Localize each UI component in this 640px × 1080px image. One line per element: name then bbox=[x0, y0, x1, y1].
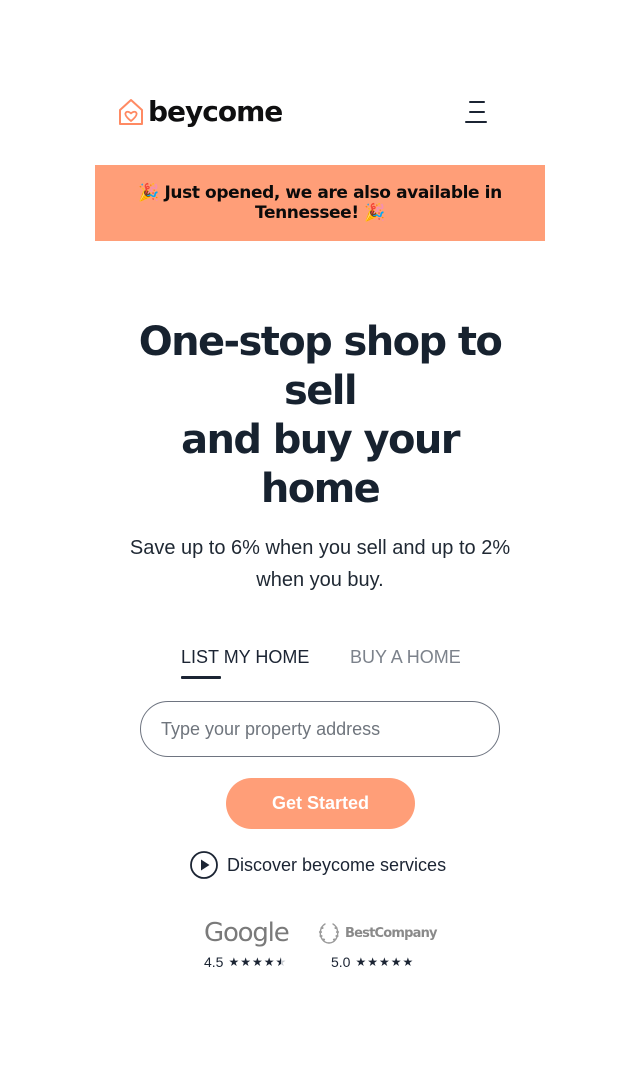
brand-name: beycome bbox=[148, 95, 283, 128]
star-rating-icon: ★★★★★ bbox=[355, 955, 415, 969]
tab-buy-a-home[interactable]: BUY A HOME bbox=[350, 644, 461, 670]
house-heart-icon bbox=[119, 99, 143, 125]
bestcompany-rating: BestCompany 5.0 ★★★★★ bbox=[316, 916, 446, 976]
site-header: beycome bbox=[0, 0, 640, 160]
hero-title-line1: One-stop shop to sell bbox=[138, 319, 503, 414]
active-tab-indicator bbox=[181, 676, 221, 679]
google-score: 4.5 bbox=[204, 954, 224, 970]
address-input[interactable] bbox=[140, 701, 500, 757]
laurel-icon bbox=[318, 923, 340, 944]
discover-label: Discover beycome services bbox=[227, 854, 447, 875]
hamburger-menu-icon[interactable] bbox=[463, 99, 489, 127]
hero-title: One-stop shop to sell and buy your home bbox=[120, 318, 520, 514]
announcement-banner: 🎉 Just opened, we are also available in … bbox=[95, 165, 545, 241]
google-rating: Google 4.5 ★★★★★★ bbox=[204, 916, 304, 976]
google-score-row: 4.5 ★★★★★★ bbox=[204, 954, 304, 970]
mode-tabs: LIST MY HOME BUY A HOME bbox=[0, 644, 640, 684]
bestcompany-score: 5.0 bbox=[331, 954, 351, 970]
brand-logo[interactable]: beycome bbox=[116, 94, 283, 130]
party-popper-icon: 🎉 bbox=[364, 203, 385, 223]
banner-message: 🎉 Just opened, we are also available in … bbox=[101, 183, 539, 223]
bestcompany-score-row: 5.0 ★★★★★ bbox=[316, 954, 446, 970]
party-popper-icon: 🎉 bbox=[138, 183, 159, 203]
play-circle-icon bbox=[190, 851, 218, 879]
bestcompany-logo: BestCompany bbox=[316, 916, 446, 950]
tab-list-my-home[interactable]: LIST MY HOME bbox=[181, 644, 309, 670]
star-rating-icon: ★★★★★★ bbox=[228, 955, 288, 969]
banner-text: Just opened, we are also available in Te… bbox=[164, 183, 502, 223]
bestcompany-name: BestCompany bbox=[345, 925, 438, 941]
discover-services-link[interactable]: Discover beycome services bbox=[189, 849, 446, 881]
hero-subtitle: Save up to 6% when you sell and up to 2%… bbox=[129, 537, 511, 591]
get-started-button[interactable]: Get Started bbox=[226, 778, 415, 829]
google-logo: Google bbox=[204, 918, 290, 948]
hero-title-line2: and buy your home bbox=[181, 417, 460, 512]
